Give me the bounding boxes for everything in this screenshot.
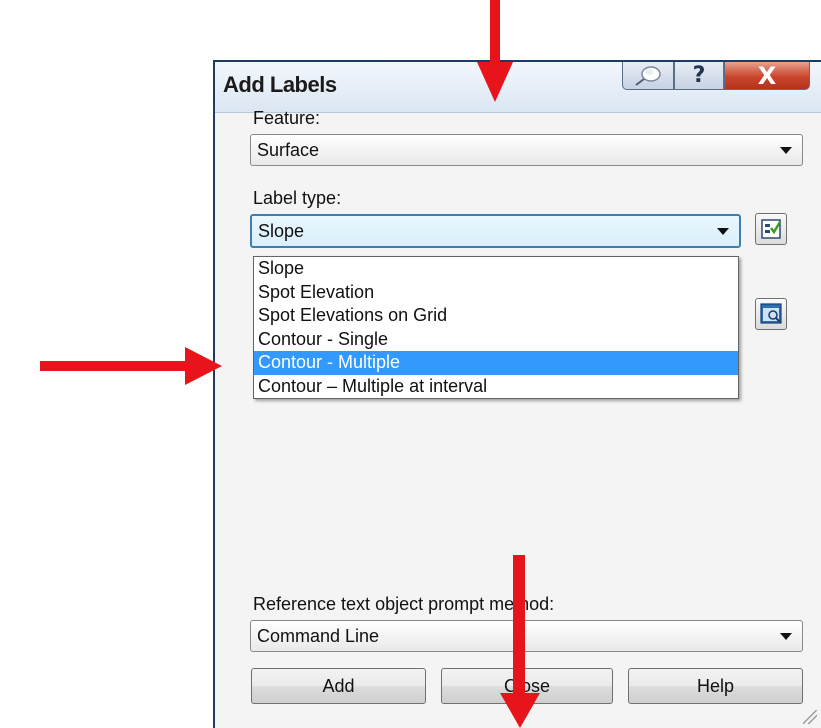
chevron-down-icon	[780, 633, 792, 640]
list-item[interactable]: Slope	[254, 257, 738, 281]
label-type-select-value: Slope	[258, 221, 305, 241]
list-item-selected[interactable]: Contour - Multiple	[254, 351, 738, 375]
feature-select-value: Surface	[257, 140, 320, 160]
help-button[interactable]: Help	[628, 668, 803, 704]
preview-button[interactable]	[755, 298, 787, 330]
label-type-select[interactable]: Slope	[250, 214, 741, 248]
feature-select[interactable]: Surface	[250, 134, 803, 166]
add-button[interactable]: Add	[251, 668, 426, 704]
help-icon: ?	[692, 63, 706, 88]
pin-icon	[635, 65, 661, 86]
list-item[interactable]: Contour - Single	[254, 328, 738, 352]
annotation-arrow-down-bottom	[500, 555, 540, 728]
feature-label: Feature:	[253, 108, 321, 128]
prompt-method-select-value: Command Line	[257, 626, 380, 646]
label-type-label: Label type:	[253, 188, 342, 208]
resize-grip-icon[interactable]	[803, 710, 817, 724]
label-style-icon	[761, 219, 782, 239]
help-title-button[interactable]: ?	[674, 62, 724, 90]
chevron-down-icon	[717, 228, 729, 235]
list-item[interactable]: Contour – Multiple at interval	[254, 375, 738, 399]
preview-icon	[760, 303, 782, 324]
annotation-arrow-right	[40, 347, 222, 385]
label-style-button[interactable]	[755, 213, 787, 245]
close-title-button[interactable]: X	[724, 62, 810, 90]
annotation-arrow-down-top	[477, 0, 513, 102]
label-type-dropdown-list[interactable]: Slope Spot Elevation Spot Elevations on …	[253, 256, 739, 399]
chevron-down-icon	[780, 147, 792, 154]
dialog-title: Add Labels	[223, 72, 337, 97]
list-item[interactable]: Spot Elevations on Grid	[254, 304, 738, 328]
list-item[interactable]: Spot Elevation	[254, 281, 738, 305]
close-icon: X	[757, 61, 777, 90]
pin-button[interactable]	[622, 62, 674, 90]
